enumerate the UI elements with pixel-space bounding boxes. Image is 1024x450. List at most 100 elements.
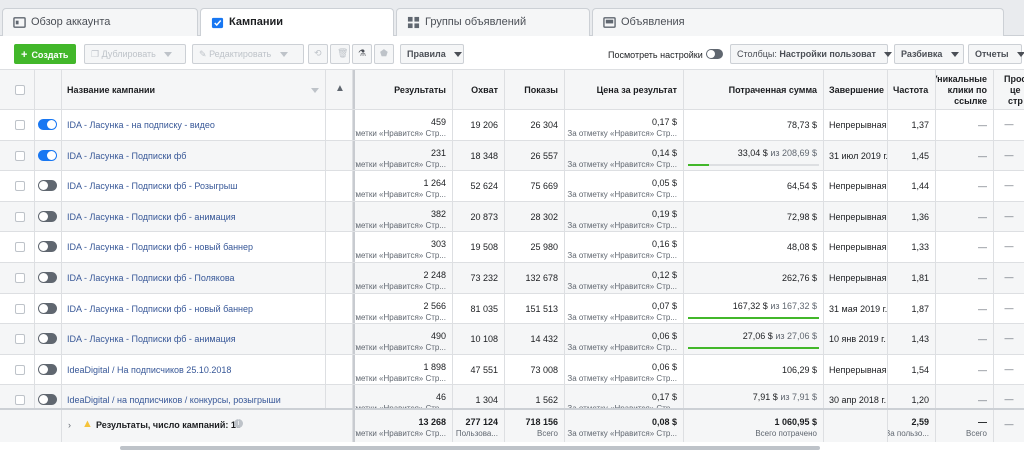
spent-cell: 167,32 $ из 167,32 $ <box>684 293 824 324</box>
campaign-name-link[interactable]: IDA - Ласунка - Подписки фб - новый банн… <box>67 242 253 252</box>
campaign-name-link[interactable]: IdeaDigital / на подписчиков / конкурсы,… <box>67 395 281 405</box>
frequency-value: 1,44 <box>911 181 929 192</box>
results-value: 1 898 <box>423 361 446 372</box>
campaign-name-link[interactable]: IDA - Ласунка - Подписки фб - анимация <box>67 212 236 222</box>
table-row[interactable]: IDA - Ласунка - Подписки фб 231 Отметки «Н… <box>0 140 1024 172</box>
duplicate-button[interactable]: ❐ Дублировать <box>84 44 186 64</box>
table-summary-row: › ▲ Результаты, число кампаний: 13 i 13 … <box>0 408 1024 442</box>
campaign-status-toggle[interactable] <box>38 272 57 283</box>
campaign-name-link[interactable]: IDA - Ласунка - на подписку - видео <box>67 120 215 130</box>
column-header-results[interactable]: Результаты <box>355 70 453 109</box>
campaign-status-toggle[interactable] <box>38 180 57 192</box>
row-checkbox[interactable] <box>15 181 25 192</box>
column-header-label: Охват <box>471 85 498 95</box>
campaign-name-link[interactable]: IDA - Ласунка - Подписки фб <box>67 151 186 161</box>
campaign-status-toggle[interactable] <box>38 119 57 130</box>
tab-ad-sets[interactable]: Группы объявлений <box>396 8 590 36</box>
frequency-cell: 1,36 <box>888 201 936 232</box>
chevron-down-icon <box>279 52 288 58</box>
edit-button[interactable]: ✎ Редактировать <box>192 44 304 64</box>
column-header-cost-per-result[interactable]: Цена за результат <box>565 70 684 109</box>
select-all-checkbox[interactable] <box>15 85 25 95</box>
info-icon[interactable]: i <box>234 419 243 428</box>
end-value: 31 мая 2019 г. <box>829 303 888 314</box>
results-value: 1 264 <box>423 178 446 189</box>
horizontal-scrollbar[interactable] <box>120 446 820 450</box>
spend-progress-bar <box>688 163 819 166</box>
select-cell <box>0 263 35 293</box>
row-checkbox[interactable] <box>15 211 25 222</box>
results-value: 2 566 <box>423 300 446 311</box>
ab-test-button[interactable]: ⚗ <box>352 44 372 64</box>
campaign-status-toggle[interactable] <box>38 302 57 314</box>
delete-button[interactable]: 🗑 <box>330 44 350 64</box>
reach-value: 81 035 <box>470 303 498 314</box>
campaign-name-link[interactable]: IDA - Ласунка - Подписки фб - Полякова <box>67 273 235 283</box>
column-header-amount-spent[interactable]: Потраченная сумма <box>684 70 824 109</box>
row-checkbox[interactable] <box>15 242 25 253</box>
cpr-value: 0,05 $ <box>651 178 677 189</box>
frequency-value: 1,81 <box>911 273 929 283</box>
columns-button[interactable]: Столбцы: Настройки пользоват <box>730 44 893 64</box>
tab-account-overview[interactable]: Обзор аккаунта <box>2 8 198 36</box>
campaign-name-link[interactable]: IDA - Ласунка - Подписки фб - анимация <box>67 334 236 344</box>
unique-clicks-cell: — <box>936 293 994 324</box>
table-row[interactable]: IDA - Ласунка - Подписки фб - Розыгрыш 1 … <box>0 171 1024 202</box>
tab-ads[interactable]: Объявления <box>592 8 1004 36</box>
campaign-name-link[interactable]: IdeaDigital / На подписчиков 25.10.2018 <box>67 365 231 375</box>
reset-button[interactable]: ⟲ <box>308 44 328 64</box>
row-checkbox[interactable] <box>15 120 25 130</box>
column-header-label: Показы <box>524 85 558 95</box>
table-row[interactable]: IDA - Ласунка - Подписки фб - анимация 49… <box>0 324 1024 355</box>
column-header-end[interactable]: Завершение <box>824 70 888 109</box>
campaign-status-toggle[interactable] <box>38 241 57 253</box>
budget-value: из 7,91 $ <box>780 392 817 403</box>
view-settings-toggle[interactable] <box>706 49 723 59</box>
table-row[interactable]: IDA - Ласунка - на подписку - видео 459 От… <box>0 110 1024 141</box>
table-row[interactable]: IDA - Ласунка - Подписки фб - Полякова 2 … <box>0 263 1024 294</box>
row-checkbox[interactable] <box>15 150 25 161</box>
impressions-value: 26 304 <box>530 120 558 130</box>
table-row[interactable]: IDA - Ласунка - Подписки фб - анимация 38… <box>0 201 1024 233</box>
column-header-truncated[interactable]: Прос це стр <box>994 70 1024 109</box>
table-row[interactable]: IdeaDigital / На подписчиков 25.10.2018 1… <box>0 354 1024 386</box>
row-checkbox[interactable] <box>15 334 25 345</box>
end-cell: 31 июл 2019 г. <box>824 140 888 171</box>
summary-sub: За пользо... <box>888 429 929 438</box>
summary-sub: Всего <box>966 429 987 438</box>
spend-progress-fill <box>688 163 709 166</box>
campaign-status-toggle[interactable] <box>38 363 57 375</box>
campaign-name-link[interactable]: IDA - Ласунка - Подписки фб - Розыгрыш <box>67 181 237 191</box>
column-header-unique-clicks[interactable]: Уникальные клики по ссылке <box>936 70 994 109</box>
campaign-status-toggle[interactable] <box>38 333 57 345</box>
campaign-status-toggle[interactable] <box>38 210 57 222</box>
table-row[interactable]: IDA - Ласунка - Подписки фб - новый банн… <box>0 232 1024 263</box>
table-row[interactable]: IDA - Ласунка - Подписки фб - новый банн… <box>0 293 1024 325</box>
tab-campaigns[interactable]: Кампании <box>200 8 394 37</box>
column-header-name[interactable]: Название кампании <box>62 70 326 109</box>
frequency-value: 1,36 <box>911 211 929 222</box>
column-header-frequency[interactable]: Частота <box>888 70 936 109</box>
campaign-status-toggle[interactable] <box>38 149 57 161</box>
row-checkbox[interactable] <box>15 364 25 375</box>
campaign-status-toggle[interactable] <box>38 394 57 406</box>
create-button[interactable]: + Создать <box>14 44 76 64</box>
campaign-name-link[interactable]: IDA - Ласунка - Подписки фб - новый банн… <box>67 304 253 314</box>
results-subtitle: Отметки «Нравится» Стр... <box>355 282 446 291</box>
impressions-value: 14 432 <box>530 334 558 345</box>
warning-icon: ▲ <box>82 418 93 430</box>
column-header-label: Потраченная сумма <box>728 85 817 95</box>
column-header-impressions[interactable]: Показы <box>505 70 565 109</box>
rules-button[interactable]: Правила <box>400 44 464 64</box>
row-checkbox[interactable] <box>15 395 25 406</box>
reports-button[interactable]: Отчеты <box>968 44 1024 64</box>
row-checkbox[interactable] <box>15 273 25 283</box>
row-checkbox[interactable] <box>15 303 25 314</box>
chevron-right-icon[interactable]: › <box>68 420 71 430</box>
breakdown-button[interactable]: Разбивка <box>894 44 964 64</box>
column-header-reach[interactable]: Охват <box>453 70 505 109</box>
end-cell: Непрерывная <box>824 232 888 262</box>
tag-button[interactable]: ⬟ <box>374 44 394 64</box>
spent-value-line: 262,76 $ <box>782 273 817 283</box>
frequency-value: 1,37 <box>911 120 929 130</box>
